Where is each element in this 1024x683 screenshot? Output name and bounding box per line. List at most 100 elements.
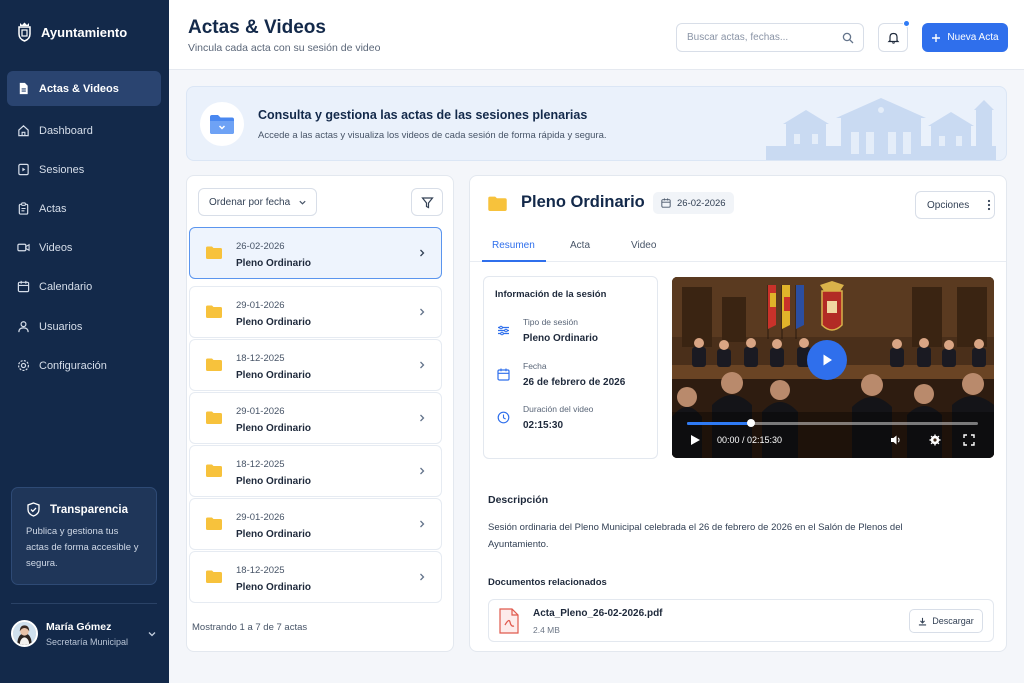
list-item-date: 18-12-2025: [236, 565, 285, 576]
video-progress-handle[interactable]: [747, 419, 756, 427]
folder-icon: [206, 411, 222, 424]
chevron-right-icon: [420, 573, 425, 581]
banner-text: Accede a las actas y visualiza los video…: [258, 130, 607, 141]
coat-of-arms-icon: [18, 22, 31, 42]
new-acta-button[interactable]: Nueva Acta: [922, 23, 1008, 52]
document-icon: [19, 82, 28, 95]
sidebar-item-calendario[interactable]: Calendario: [7, 269, 161, 304]
list-item[interactable]: 29-01-2026 Pleno Ordinario: [189, 498, 442, 550]
search-icon: [842, 32, 854, 44]
calendar-icon: [497, 368, 510, 381]
user-role: Secretaría Municipal: [46, 636, 129, 647]
avatar: [11, 620, 38, 647]
list-item[interactable]: 18-12-2025 Pleno Ordinario: [189, 339, 442, 391]
home-icon: [18, 125, 29, 137]
sidebar-item-label: Actas & Videos: [39, 82, 119, 95]
play-file-icon: [18, 163, 29, 176]
sidebar-item-usuarios[interactable]: Usuarios: [7, 309, 161, 344]
sidebar: Ayuntamiento Actas & Videos Dashboard Se…: [0, 0, 169, 683]
sidebar-item-sesiones[interactable]: Sesiones: [7, 152, 161, 187]
chevron-down-icon[interactable]: [147, 629, 157, 639]
list-item-name: Pleno Ordinario: [236, 582, 312, 593]
sidebar-item-videos[interactable]: Videos: [7, 230, 161, 265]
sidebar-item-configuracion[interactable]: Configuración: [7, 348, 161, 383]
list-item-date: 18-12-2025: [236, 459, 285, 470]
list-item[interactable]: 29-01-2026 Pleno Ordinario: [189, 392, 442, 444]
chevron-right-icon: [420, 308, 425, 316]
folder-icon: [488, 196, 507, 211]
users-icon: [18, 321, 29, 333]
list-item-name: Pleno Ordinario: [236, 476, 312, 487]
filter-button[interactable]: [411, 188, 443, 216]
gear-icon: [17, 359, 30, 372]
pdf-file-icon: [499, 608, 519, 634]
play-icon[interactable]: [689, 434, 701, 446]
sidebar-item-label: Videos: [39, 241, 73, 254]
video-player[interactable]: 00:00 / 02:15:30: [672, 277, 994, 458]
chevron-down-icon: [299, 200, 306, 205]
folder-icon: [206, 570, 222, 583]
list-item-date: 26-02-2026: [236, 241, 285, 252]
options-button[interactable]: Opciones: [915, 191, 995, 219]
chevron-right-icon: [420, 249, 425, 257]
list-item-name: Pleno Ordinario: [236, 529, 312, 540]
list-item[interactable]: 26-02-2026 Pleno Ordinario: [189, 227, 442, 279]
fullscreen-icon[interactable]: [963, 434, 975, 446]
user-name: María Gómez: [46, 620, 112, 633]
document-size: 2.4 MB: [533, 625, 560, 635]
filter-icon: [420, 196, 434, 208]
list-item-date: 29-01-2026: [236, 406, 285, 417]
folder-icon: [206, 517, 222, 530]
tab-acta[interactable]: Acta: [570, 236, 590, 262]
bell-icon: [887, 32, 899, 44]
related-docs-title: Documentos relacionados: [488, 577, 607, 588]
sidebar-item-actas-videos[interactable]: Actas & Videos: [7, 71, 161, 106]
notifications-button[interactable]: [878, 20, 910, 52]
chevron-right-icon: [420, 467, 425, 475]
settings-icon[interactable]: [929, 434, 941, 446]
list-item-date: 29-01-2026: [236, 300, 285, 311]
detail-title: Pleno Ordinario: [521, 193, 645, 211]
user-menu[interactable]: María Gómez Secretaría Municipal: [11, 620, 157, 647]
acta-detail-panel: Pleno Ordinario 26-02-2026 Opciones Resu…: [469, 175, 1007, 652]
list-item-date: 29-01-2026: [236, 512, 285, 523]
list-item[interactable]: 18-12-2025 Pleno Ordinario: [189, 445, 442, 497]
download-icon: [919, 617, 927, 625]
sort-dropdown[interactable]: Ordenar por fecha: [198, 188, 317, 216]
video-progress-bar[interactable]: [687, 419, 978, 427]
clipboard-icon: [18, 202, 29, 215]
list-item-date: 18-12-2025: [236, 353, 285, 364]
session-info-card: Información de la sesión Tipo de sesión …: [483, 276, 658, 459]
sidebar-item-actas[interactable]: Actas: [7, 191, 161, 226]
download-button[interactable]: Descargar: [909, 609, 983, 633]
search-input[interactable]: Buscar actas, fechas...: [676, 23, 864, 52]
actas-list-panel: Ordenar por fecha 26-02-2026 Pleno Ordin…: [186, 175, 454, 652]
brand-name: Ayuntamiento: [41, 24, 128, 40]
sidebar-item-label: Sesiones: [39, 163, 85, 176]
document-card[interactable]: Acta_Pleno_26-02-2026.pdf 2.4 MB Descarg…: [488, 599, 994, 642]
sidebar-divider: [11, 603, 157, 604]
folder-icon: [206, 246, 222, 259]
page-title: Actas & Videos: [188, 17, 326, 38]
brand[interactable]: Ayuntamiento: [16, 22, 127, 42]
calendar-icon: [661, 198, 671, 208]
transparency-title: Transparencia: [26, 502, 142, 517]
page-subtitle: Vincula cada acta con su sesión de video: [188, 42, 381, 54]
chevron-right-icon: [420, 361, 425, 369]
list-item-name: Pleno Ordinario: [236, 258, 312, 269]
list-item[interactable]: 29-01-2026 Pleno Ordinario: [189, 286, 442, 338]
play-button[interactable]: [807, 340, 847, 380]
shield-check-icon: [27, 502, 40, 517]
list-item[interactable]: 18-12-2025 Pleno Ordinario: [189, 551, 442, 603]
volume-icon[interactable]: [890, 434, 902, 446]
sidebar-item-dashboard[interactable]: Dashboard: [7, 113, 161, 148]
description-title: Descripción: [488, 494, 549, 506]
folder-icon: [206, 358, 222, 371]
tab-resumen[interactable]: Resumen: [482, 236, 546, 262]
list-item-name: Pleno Ordinario: [236, 370, 312, 381]
document-name: Acta_Pleno_26-02-2026.pdf: [533, 608, 663, 619]
tab-video[interactable]: Video: [631, 236, 656, 262]
transparency-text: Publica y gestiona tus actas de forma ac…: [26, 526, 139, 569]
more-vertical-icon: [988, 199, 991, 211]
video-time: 00:00 / 02:15:30: [717, 435, 783, 445]
